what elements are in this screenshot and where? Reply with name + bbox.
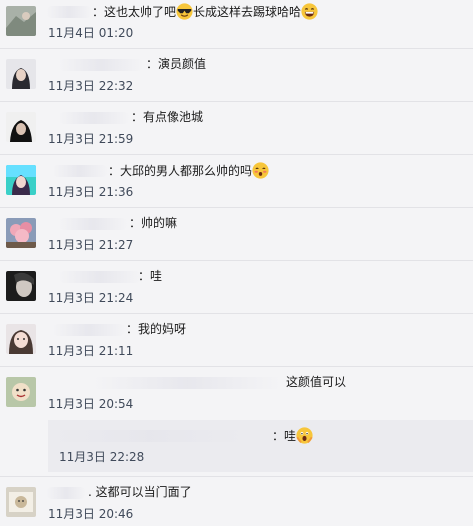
comment-text: ：这也太帅了吧 长成这样去踢球哈哈: [92, 3, 318, 20]
username-blurred[interactable]: [52, 165, 108, 177]
blushing-face-icon: [252, 162, 269, 179]
username-blurred[interactable]: [58, 59, 144, 71]
avatar[interactable]: [6, 377, 36, 407]
timestamp: 11月3日 22:28: [59, 450, 145, 464]
username-blurred[interactable]: [52, 324, 126, 336]
username-blurred[interactable]: [58, 112, 130, 124]
avatar[interactable]: [6, 165, 36, 195]
timestamp: 11月3日 21:27: [48, 238, 134, 252]
comment-text: 这颜值可以: [286, 375, 347, 389]
username-blurred[interactable]: [58, 271, 142, 283]
comment-text: ：大邱的男人都那么帅的吗: [108, 162, 269, 179]
timestamp: 11月3日 22:32: [48, 79, 134, 93]
timestamp: 11月3日 21:11: [48, 344, 134, 358]
username-blurred[interactable]: [46, 487, 86, 499]
timestamp: 11月3日 20:54: [48, 397, 134, 411]
timestamp: 11月3日 21:59: [48, 132, 134, 146]
divider: [0, 366, 473, 367]
sunglasses-face-icon: [176, 3, 193, 20]
username-blurred[interactable]: [54, 430, 244, 442]
reply-item: ：哇 11月3日 22:28: [48, 420, 473, 472]
timestamp: 11月3日 21:24: [48, 291, 134, 305]
divider: [0, 476, 473, 477]
avatar[interactable]: [6, 112, 36, 142]
comment-text: ：哇: [138, 269, 163, 283]
timestamp: 11月4日 01:20: [48, 26, 134, 40]
avatar[interactable]: [6, 6, 36, 36]
username-blurred[interactable]: [58, 218, 128, 230]
avatar[interactable]: [6, 324, 36, 354]
comment-text: ：演员颜值: [146, 57, 207, 71]
timestamp: 11月3日 20:46: [48, 507, 134, 521]
divider: [0, 101, 473, 102]
username-blurred[interactable]: [46, 6, 92, 18]
comment-text: ：我的妈呀: [126, 322, 187, 336]
divider: [0, 154, 473, 155]
avatar[interactable]: [6, 271, 36, 301]
comment-text: . 这都可以当门面了: [88, 485, 192, 499]
avatar[interactable]: [6, 487, 36, 517]
grinning-face-icon: [301, 3, 318, 20]
divider: [0, 313, 473, 314]
divider: [0, 48, 473, 49]
comment-text: ：有点像池城: [131, 110, 204, 124]
divider: [0, 260, 473, 261]
username-blurred[interactable]: [92, 377, 282, 389]
timestamp: 11月3日 21:36: [48, 185, 134, 199]
divider: [0, 207, 473, 208]
reply-text: ：哇: [272, 427, 313, 444]
screaming-face-icon: [296, 427, 313, 444]
avatar[interactable]: [6, 218, 36, 248]
avatar[interactable]: [6, 59, 36, 89]
comment-list: ：这也太帅了吧 长成这样去踢球哈哈 11月4日 01:20 ：演员颜值 11月3日…: [0, 0, 473, 526]
comment-text: ：帅的嘛: [129, 216, 178, 230]
